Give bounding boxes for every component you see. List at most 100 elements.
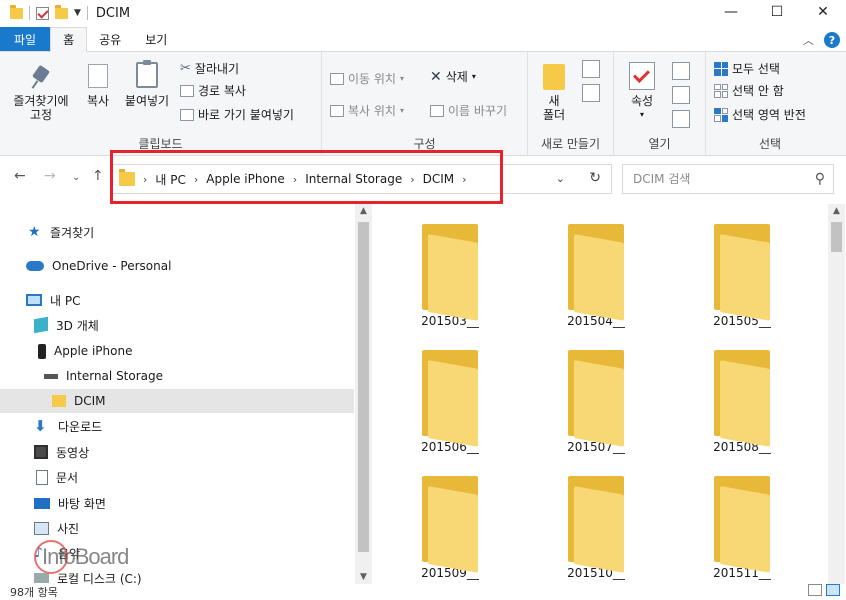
paste-button[interactable]: 붙여넣기 [120, 60, 174, 108]
details-view-button[interactable] [808, 584, 822, 596]
move-to-label: 이동 위치 [348, 72, 396, 86]
nav-item-quick-access[interactable]: ★ 즐겨찾기 [0, 220, 354, 244]
chevron-up-icon[interactable]: ︿ [803, 32, 814, 48]
crumb-this-pc[interactable]: 내 PC [155, 171, 185, 188]
nav-item-apple-iphone[interactable]: Apple iPhone [0, 339, 354, 363]
search-icon[interactable]: ⚲ [815, 171, 825, 187]
nav-item-this-pc[interactable]: 내 PC [0, 288, 354, 312]
scroll-up-icon[interactable]: ▲ [828, 206, 845, 216]
minimize-button[interactable]: — [708, 0, 754, 24]
folder-tile[interactable]: 201510__ [546, 460, 646, 580]
folder-tile[interactable]: 201507__ [546, 334, 646, 454]
folder-icon [119, 169, 135, 186]
quick-access-toolbar: ▼ [0, 4, 88, 20]
nav-item-internal-storage[interactable]: Internal Storage [0, 364, 354, 388]
nav-item-documents[interactable]: 문서 [0, 465, 354, 489]
chevron-down-icon[interactable]: ⌄ [556, 172, 565, 185]
search-box[interactable]: ⚲ [622, 164, 834, 194]
large-icons-view-button[interactable] [826, 584, 840, 596]
chevron-right-icon[interactable]: › [462, 173, 466, 186]
chevron-right-icon[interactable]: › [143, 173, 147, 186]
scrollbar-thumb[interactable] [831, 222, 842, 252]
dropdown-arrow-icon: ▾ [399, 74, 404, 83]
delete-button[interactable]: ✕ 삭제 ▾ [430, 68, 476, 85]
move-to-button[interactable]: 이동 위치 ▾ [330, 70, 404, 87]
watermark-logo: InfoBoard [34, 536, 154, 576]
content-scrollbar[interactable]: ▲ [828, 204, 845, 584]
select-none-button[interactable]: 선택 안 함 [714, 82, 784, 99]
desktop-icon [34, 497, 50, 509]
history-button[interactable] [672, 110, 690, 128]
back-arrow-icon[interactable]: ← [14, 168, 26, 184]
folder-tile[interactable]: 201509__ [400, 460, 500, 580]
scroll-up-icon[interactable]: ▲ [355, 206, 372, 216]
history-icon [672, 110, 690, 128]
tab-file[interactable]: 파일 [0, 27, 51, 51]
scroll-down-icon[interactable]: ▼ [355, 572, 372, 582]
nav-item-label: 바탕 화면 [58, 496, 106, 511]
copy-to-button[interactable]: 복사 위치 ▾ [330, 102, 404, 119]
copy-button[interactable]: 복사 [80, 64, 116, 108]
invert-selection-button[interactable]: 선택 영역 반전 [714, 106, 806, 123]
help-icon[interactable]: ? [824, 32, 840, 48]
scrollbar-thumb[interactable] [358, 222, 369, 552]
nav-item-videos[interactable]: 동영상 [0, 440, 354, 464]
rename-button[interactable]: 이름 바꾸기 [430, 102, 507, 119]
open-group-label: 열기 [648, 137, 671, 151]
address-bar[interactable]: › 내 PC › Apple iPhone › Internal Storage… [112, 164, 612, 194]
properties-quick-icon[interactable] [36, 6, 49, 20]
folder-tile[interactable]: 201506__ [400, 334, 500, 454]
nav-pane-scrollbar[interactable]: ▲ ▼ [355, 204, 372, 584]
tab-view[interactable]: 보기 [133, 27, 179, 51]
properties-button[interactable]: 속성 ▾ [622, 62, 662, 122]
folder-icon [10, 4, 23, 19]
open-button[interactable] [672, 62, 690, 80]
folder-icon [568, 350, 624, 447]
new-folder-button[interactable]: 새 폴더 [536, 64, 572, 122]
folder-tile[interactable]: 201511__ [692, 460, 792, 580]
nav-item-desktop[interactable]: 바탕 화면 [0, 491, 354, 515]
folder-icon [422, 476, 478, 573]
close-button[interactable]: ✕ [800, 0, 846, 24]
easy-access-button[interactable] [582, 84, 600, 102]
copy-path-button[interactable]: 경로 복사 [180, 82, 246, 99]
crumb-internal-storage[interactable]: Internal Storage [305, 172, 402, 186]
customize-quick-access-icon[interactable]: ▼ [74, 8, 81, 18]
cut-button[interactable]: ✂ 잘라내기 [180, 60, 239, 77]
clipboard-icon [136, 60, 158, 88]
nav-item-dcim[interactable]: DCIM [0, 389, 354, 413]
edit-button[interactable] [672, 86, 690, 104]
nav-item-3d-objects[interactable]: 3D 개체 [0, 313, 354, 337]
divider [86, 6, 88, 20]
star-icon: ★ [28, 224, 41, 240]
folder-tile[interactable]: 201505__ [692, 208, 792, 328]
folder-tile[interactable]: 201508__ [692, 334, 792, 454]
select-all-button[interactable]: 모두 선택 [714, 60, 780, 77]
refresh-icon[interactable]: ↻ [589, 170, 601, 186]
forward-arrow-icon[interactable]: → [44, 168, 56, 184]
new-group-label: 새로 만들기 [540, 137, 600, 151]
up-arrow-icon[interactable]: ↑ [92, 168, 104, 184]
nav-item-onedrive[interactable]: OneDrive - Personal [0, 254, 354, 278]
pin-to-quick-access-button[interactable]: 즐겨찾기에 고정 [6, 66, 76, 122]
maximize-button[interactable]: ☐ [754, 0, 800, 24]
folder-tile[interactable]: 201504__ [546, 208, 646, 328]
crumb-dcim[interactable]: DCIM [423, 172, 455, 186]
paste-shortcut-label: 바로 가기 붙여넣기 [198, 108, 294, 122]
chevron-right-icon[interactable]: › [293, 173, 297, 186]
chevron-right-icon[interactable]: › [410, 173, 414, 186]
tab-home[interactable]: 홈 [50, 27, 88, 52]
paste-shortcut-button[interactable]: 바로 가기 붙여넣기 [180, 106, 294, 123]
item-count: 98개 항목 [10, 586, 58, 599]
crumb-apple-iphone[interactable]: Apple iPhone [206, 172, 284, 186]
chevron-right-icon[interactable]: › [194, 173, 198, 186]
new-item-button[interactable] [582, 60, 600, 78]
status-bar: 98개 항목 [0, 584, 846, 600]
tab-share[interactable]: 공유 [87, 27, 133, 51]
recent-locations-icon[interactable]: ⌄ [72, 172, 80, 183]
new-folder-quick-icon[interactable] [55, 4, 68, 19]
nav-item-downloads[interactable]: ⬇ 다운로드 [0, 414, 354, 438]
properties-label: 속성 [630, 94, 654, 108]
search-input[interactable] [633, 172, 803, 186]
folder-tile[interactable]: 201503__ [400, 208, 500, 328]
